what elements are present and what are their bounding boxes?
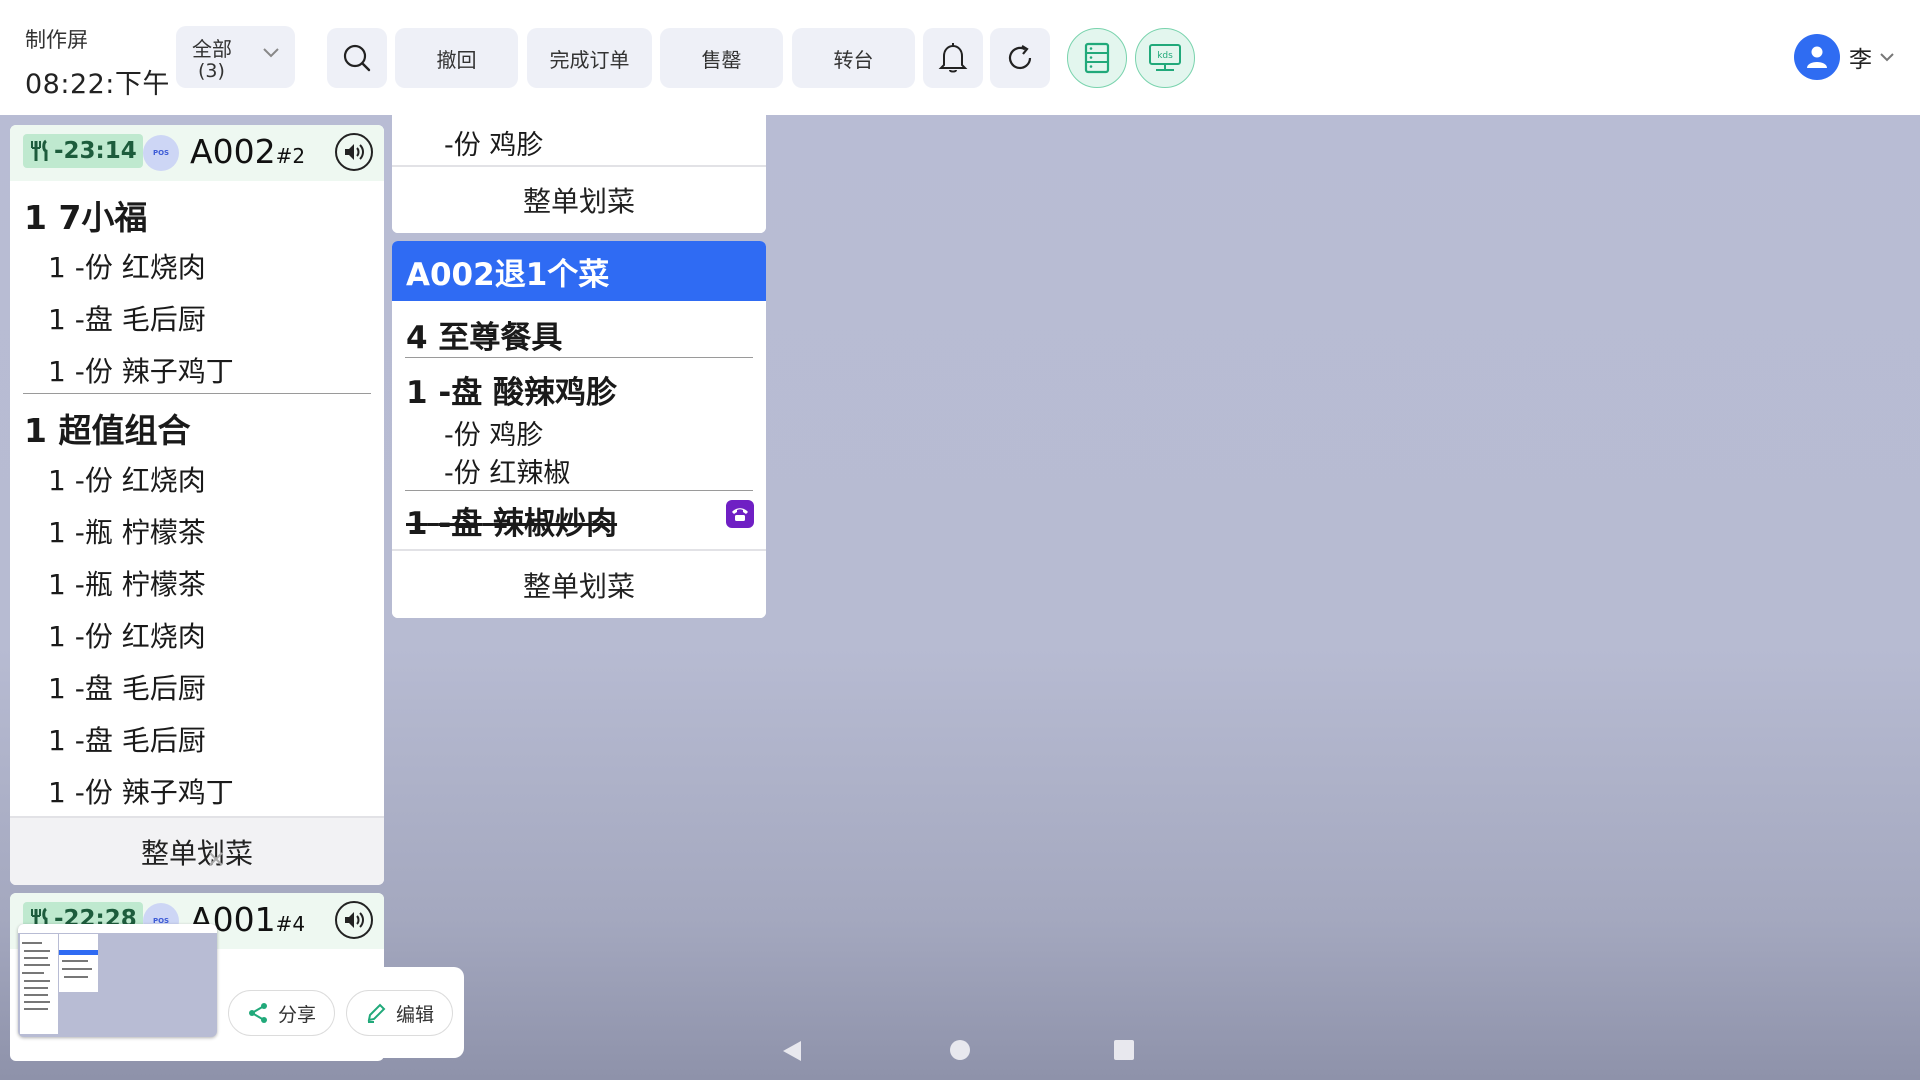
recents-nav-icon[interactable] <box>1113 1039 1135 1061</box>
item-line[interactable]: 1 -瓶 柠檬茶 <box>48 511 206 551</box>
order-number: A002#2 <box>190 132 306 171</box>
close-icon[interactable] <box>206 849 226 869</box>
avatar <box>1794 34 1840 80</box>
item-line[interactable]: 1 -盘 酸辣鸡胗 <box>406 367 617 412</box>
complete-all-button[interactable]: 整单划菜 <box>392 165 766 233</box>
ticket-header: -23:14 POS A002#2 <box>10 125 384 181</box>
bell-icon <box>938 43 968 73</box>
pencil-icon <box>367 1003 386 1023</box>
speaker-button[interactable] <box>335 133 373 171</box>
transfer-table-button[interactable]: 转台 <box>792 28 915 88</box>
user-icon <box>1807 46 1827 68</box>
item-line[interactable]: 1 -瓶 柠檬茶 <box>48 563 206 603</box>
home-nav-icon[interactable] <box>949 1039 971 1061</box>
notification-button[interactable] <box>923 28 983 88</box>
user-menu[interactable]: 李 <box>1794 34 1896 80</box>
user-name: 李 <box>1849 47 1872 73</box>
complete-all-button[interactable]: 整单划菜 <box>10 816 384 885</box>
refresh-icon <box>1008 45 1032 70</box>
modifier-line: -份 红辣椒 <box>444 458 571 489</box>
refund-ticket-a002[interactable]: A002退1个菜 4 至尊餐具 1 -盘 酸辣鸡胗 -份 鸡胗 -份 红辣椒 1… <box>392 241 766 618</box>
back-nav-icon[interactable] <box>781 1039 803 1063</box>
divider <box>405 357 753 358</box>
speaker-icon <box>345 144 364 160</box>
refunded-item-line[interactable]: 1 -盘 辣椒炒肉 <box>406 498 617 543</box>
combo-line[interactable]: 1 超值组合 <box>24 404 190 452</box>
kds-screen-button[interactable]: kds <box>1135 28 1195 88</box>
timer-value: -23:14 <box>54 138 137 164</box>
category-filter-dropdown[interactable]: 全部 (3) <box>176 26 295 88</box>
speaker-button[interactable] <box>335 901 373 939</box>
search-button[interactable] <box>327 28 387 88</box>
undo-button[interactable]: 撤回 <box>395 28 518 88</box>
edit-label: 编辑 <box>395 1003 434 1026</box>
screen-name: 制作屏 <box>25 28 88 52</box>
telephone-icon <box>732 508 748 521</box>
kds-label: kds <box>1157 51 1173 61</box>
item-line[interactable]: 1 -盘 毛后厨 <box>48 667 206 707</box>
refund-banner: A002退1个菜 <box>392 241 766 301</box>
phone-order-icon <box>726 500 754 528</box>
item-line[interactable]: 1 -份 红烧肉 <box>48 615 206 655</box>
screenshot-thumbnail[interactable] <box>18 924 217 1037</box>
share-button[interactable]: 分享 <box>228 990 335 1036</box>
refresh-button[interactable] <box>990 28 1050 88</box>
item-line[interactable]: 1 -盘 毛后厨 <box>48 719 206 759</box>
chevron-down-icon <box>263 48 279 58</box>
ticket-timer: -23:14 <box>23 134 143 168</box>
modifier-line: -份 鸡胗 <box>444 420 544 451</box>
complete-all-button[interactable]: 整单划菜 <box>392 549 766 618</box>
utensils-icon <box>31 139 48 161</box>
list-layout-icon <box>1084 42 1110 74</box>
combo-line[interactable]: 1 7小福 <box>24 191 147 239</box>
modifier-line: -份 鸡胗 <box>444 130 544 161</box>
chevron-down-icon <box>1880 53 1894 62</box>
pos-source-icon: POS <box>143 135 179 171</box>
clock: 08:22:下午 <box>25 69 170 100</box>
item-line[interactable]: 1 -盘 毛后厨 <box>48 298 206 338</box>
list-view-button[interactable] <box>1067 28 1127 88</box>
order-ticket-partial[interactable]: -份 鸡胗 整单划菜 <box>392 115 766 233</box>
item-line[interactable]: 4 至尊餐具 <box>406 312 562 357</box>
item-line[interactable]: 1 -份 辣子鸡丁 <box>48 350 234 390</box>
share-icon <box>248 1003 267 1023</box>
filter-label: 全部 <box>192 37 232 61</box>
kds-monitor-icon: kds <box>1149 44 1181 71</box>
sold-out-button[interactable]: 售罄 <box>660 28 783 88</box>
complete-order-button[interactable]: 完成订单 <box>527 28 652 88</box>
top-bar: 制作屏 08:22:下午 全部 (3) 撤回 完成订单 售罄 转台 kds 李 <box>0 0 1920 115</box>
item-line[interactable]: 1 -份 红烧肉 <box>48 459 206 499</box>
divider <box>405 490 753 491</box>
share-label: 分享 <box>277 1003 316 1026</box>
filter-count: (3) <box>198 60 225 82</box>
order-ticket-a002[interactable]: -23:14 POS A002#2 1 7小福 1 -份 红烧肉 1 -盘 毛后… <box>10 125 384 885</box>
item-line[interactable]: 1 -份 辣子鸡丁 <box>48 771 234 811</box>
item-line[interactable]: 1 -份 红烧肉 <box>48 246 206 286</box>
speaker-icon <box>345 912 364 928</box>
edit-button[interactable]: 编辑 <box>346 990 453 1036</box>
divider <box>23 393 371 394</box>
search-icon <box>343 44 371 72</box>
screen-info: 制作屏 08:22:下午 <box>25 24 170 101</box>
